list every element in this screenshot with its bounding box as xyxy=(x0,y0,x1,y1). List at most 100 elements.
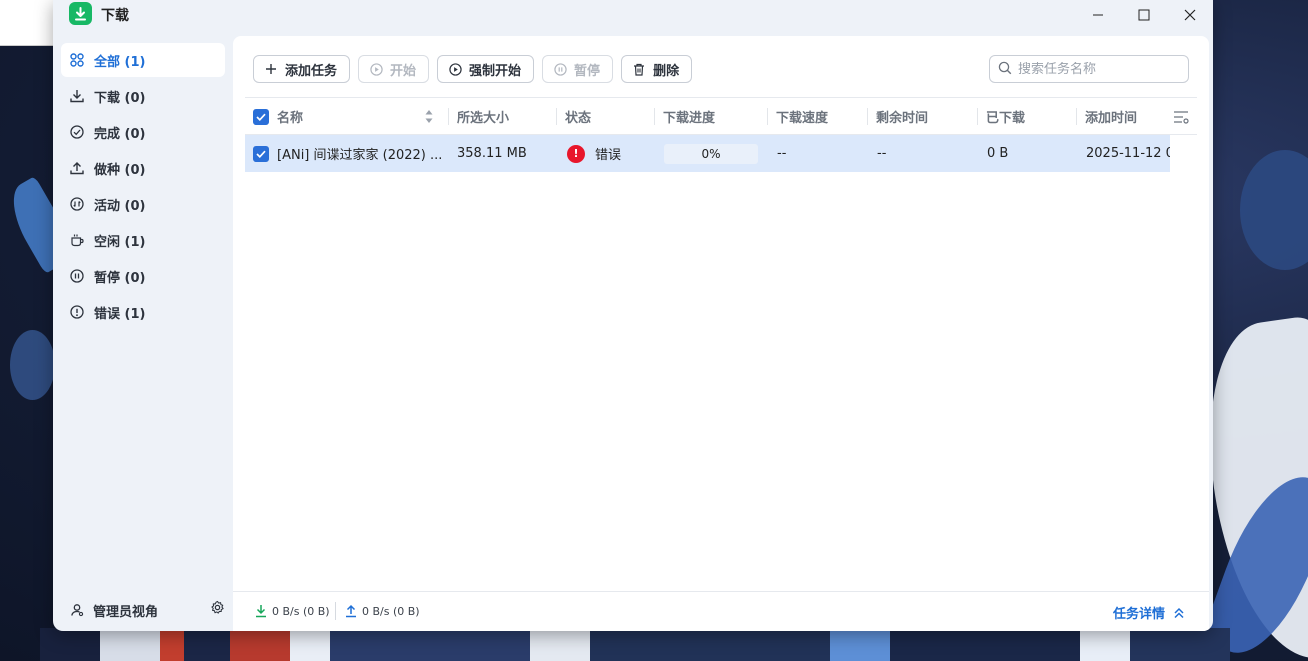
cell-status: ! 错误 xyxy=(567,135,657,172)
sidebar-item-error[interactable]: 错误 (1) xyxy=(61,295,225,329)
sidebar-item-paused[interactable]: 暂停 (0) xyxy=(61,259,225,293)
close-button[interactable] xyxy=(1167,0,1213,30)
sidebar-item-downloading[interactable]: 下载 (0) xyxy=(61,79,225,113)
wallpaper-art xyxy=(40,628,240,661)
sidebar-item-label: 暂停 (0) xyxy=(94,270,146,286)
column-header-status[interactable]: 状态 xyxy=(557,98,655,135)
coffee-icon xyxy=(69,232,85,248)
task-details-button[interactable]: 任务详情 xyxy=(1113,603,1185,622)
check-circle-icon xyxy=(69,124,85,140)
cell-name: [ANi] 间谍过家家 (2022) ... xyxy=(253,135,449,172)
sidebar-item-label: 完成 (0) xyxy=(94,126,146,142)
pause-circle-icon xyxy=(69,268,85,284)
sidebar-item-seeding[interactable]: 做种 (0) xyxy=(61,151,225,185)
user-icon xyxy=(69,602,85,618)
download-icon xyxy=(69,88,85,104)
delete-button[interactable]: 删除 xyxy=(621,55,693,83)
cell-progress: 0% xyxy=(664,135,768,172)
plus-icon xyxy=(264,62,278,76)
sort-icon[interactable] xyxy=(425,109,433,128)
sidebar-item-label: 做种 (0) xyxy=(94,162,146,178)
column-header-speed[interactable]: 下载速度 xyxy=(768,98,868,135)
upload-arrow-icon xyxy=(345,604,357,618)
trash-icon xyxy=(632,62,646,76)
task-name: [ANi] 间谍过家家 (2022) ... xyxy=(277,148,443,163)
column-header-size[interactable]: 所选大小 xyxy=(449,98,557,135)
download-app-icon xyxy=(69,2,92,25)
column-label: 已下载 xyxy=(986,111,1026,126)
wallpaper-shape xyxy=(10,330,55,400)
delete-label: 删除 xyxy=(653,63,680,79)
start-label: 开始 xyxy=(390,63,417,79)
table-row[interactable]: [ANi] 间谍过家家 (2022) ... 358.11 MB ! 错误 0%… xyxy=(245,135,1170,172)
force-start-label: 强制开始 xyxy=(469,63,522,79)
sidebar-item-label: 错误 (1) xyxy=(94,306,146,322)
download-window: 下载 全部 (1) 下载 (0) 完成 (0) 做种 (0) 活动 (0) 空闲… xyxy=(53,0,1213,631)
pause-label: 暂停 xyxy=(574,63,601,79)
status-bar: 0 B/s (0 B) 0 B/s (0 B) 任务详情 xyxy=(233,591,1209,631)
upload-speed: 0 B/s (0 B) xyxy=(345,604,420,618)
download-speed: 0 B/s (0 B) xyxy=(255,604,330,618)
column-header-progress[interactable]: 下载进度 xyxy=(655,98,768,135)
admin-view-label: 管理员视角 xyxy=(93,604,159,620)
column-settings-icon[interactable] xyxy=(1173,98,1193,135)
toolbar: 添加任务 开始 强制开始 暂停 删除 xyxy=(253,55,693,83)
column-label: 添加时间 xyxy=(1085,111,1138,126)
row-checkbox[interactable] xyxy=(253,145,269,162)
grid-icon xyxy=(69,52,85,68)
pause-circle-icon xyxy=(553,62,567,76)
admin-view-toggle[interactable]: 管理员视角 xyxy=(69,598,225,622)
minimize-button[interactable] xyxy=(1075,0,1121,30)
cell-speed: -- xyxy=(777,146,787,161)
progress-bar: 0% xyxy=(664,143,758,164)
column-header-name[interactable]: 名称 xyxy=(253,98,449,135)
sidebar-item-active[interactable]: 活动 (0) xyxy=(61,187,225,221)
play-circle-icon xyxy=(369,62,383,76)
search-box[interactable] xyxy=(989,55,1189,83)
sidebar-item-label: 活动 (0) xyxy=(94,198,146,214)
add-task-button[interactable]: 添加任务 xyxy=(253,55,351,83)
column-header-remaining[interactable]: 剩余时间 xyxy=(868,98,978,135)
sidebar-item-all[interactable]: 全部 (1) xyxy=(61,43,225,77)
error-icon: ! xyxy=(567,144,585,163)
table-header: 名称 所选大小 状态 下载进度 下载速度 剩余时间 已下载 添加时间 xyxy=(245,97,1197,135)
search-input[interactable] xyxy=(1018,61,1178,77)
pause-button[interactable]: 暂停 xyxy=(542,55,614,83)
column-header-added[interactable]: 添加时间 xyxy=(1077,98,1167,135)
sidebar-item-label: 空闲 (1) xyxy=(94,234,146,250)
download-arrow-icon xyxy=(255,604,267,618)
task-details-label: 任务详情 xyxy=(1112,607,1165,622)
sidebar-item-label: 下载 (0) xyxy=(94,90,146,106)
column-label: 剩余时间 xyxy=(876,111,929,126)
wallpaper-art xyxy=(230,628,1230,661)
column-label: 状态 xyxy=(565,111,592,126)
play-circle-icon xyxy=(448,62,462,76)
status-text: 错误 xyxy=(595,148,622,163)
column-header-downloaded[interactable]: 已下载 xyxy=(978,98,1077,135)
start-button[interactable]: 开始 xyxy=(358,55,430,83)
settings-icon[interactable] xyxy=(210,600,225,619)
maximize-button[interactable] xyxy=(1121,0,1167,30)
alert-circle-icon xyxy=(69,304,85,320)
column-label: 所选大小 xyxy=(457,111,510,126)
sidebar-item-label: 全部 (1) xyxy=(94,54,146,70)
column-label: 下载速度 xyxy=(776,111,829,126)
main-panel: 添加任务 开始 强制开始 暂停 删除 搜索任务名称 名称 所选大小 状态 下载进… xyxy=(233,36,1209,631)
cell-size: 358.11 MB xyxy=(457,146,527,161)
force-start-button[interactable]: 强制开始 xyxy=(437,55,535,83)
cell-remaining: -- xyxy=(877,146,887,161)
chevron-double-up-icon xyxy=(1173,607,1185,619)
title-bar[interactable]: 下载 xyxy=(53,0,1213,32)
download-speed-text: 0 B/s (0 B) xyxy=(272,604,330,618)
progress-text: 0% xyxy=(701,146,721,161)
sidebar-item-completed[interactable]: 完成 (0) xyxy=(61,115,225,149)
activity-icon xyxy=(69,196,85,212)
upload-icon xyxy=(69,160,85,176)
select-all-checkbox[interactable] xyxy=(253,108,269,125)
sidebar-item-idle[interactable]: 空闲 (1) xyxy=(61,223,225,257)
background-window-edge xyxy=(0,0,60,46)
wallpaper-shape xyxy=(1240,150,1308,270)
column-label: 下载进度 xyxy=(663,111,716,126)
cell-downloaded: 0 B xyxy=(987,146,1009,161)
column-label: 名称 xyxy=(277,111,304,126)
